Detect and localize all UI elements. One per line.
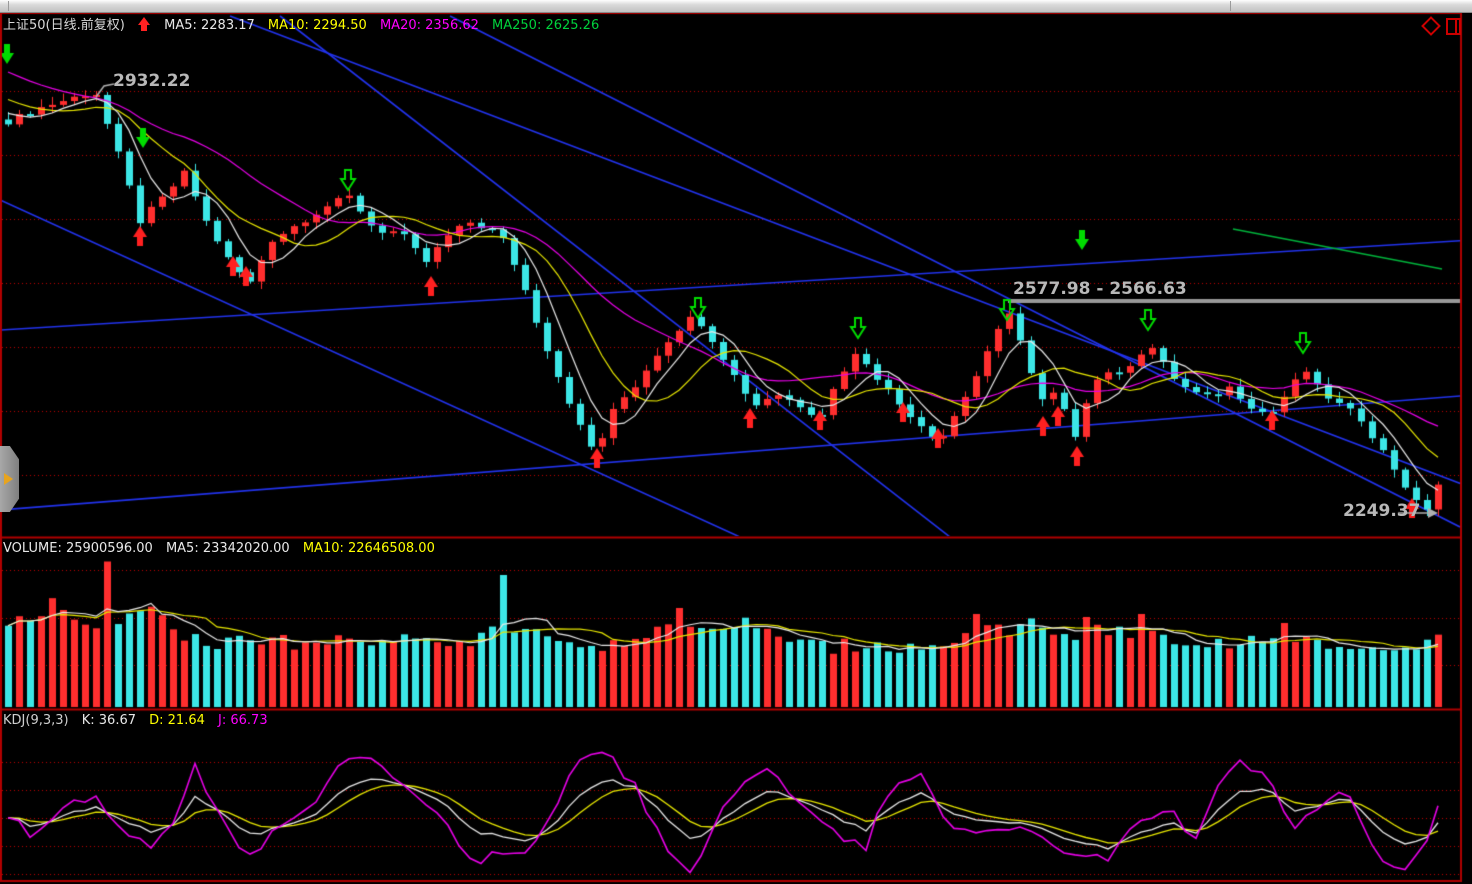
volume-pane-header: VOLUME: 25900596.00 MA5: 23342020.00 MA1… <box>3 541 444 556</box>
top-strip-divider <box>8 1 9 11</box>
chart-window: 上证50(日线.前复权) MA5: 2283.17 MA10: 2294.50 … <box>0 0 1472 884</box>
kdj-j-value: J: 66.73 <box>218 713 268 728</box>
kdj-k-value: K: 36.67 <box>82 713 136 728</box>
volume-value: VOLUME: 25900596.00 <box>3 541 153 556</box>
ma10-value: MA10: 2294.50 <box>268 18 367 33</box>
symbol-title: 上证50(日线.前复权) <box>3 18 125 33</box>
top-strip-divider <box>1230 1 1231 11</box>
kdj-label: KDJ(9,3,3) <box>3 713 69 728</box>
ma20-value: MA20: 2356.62 <box>380 18 479 33</box>
volume-ma5-value: MA5: 23342020.00 <box>166 541 290 556</box>
window-top-strip <box>0 0 1472 13</box>
pane-corner-controls <box>1422 16 1462 36</box>
chart-canvas[interactable] <box>0 0 1472 884</box>
restore-icon-inner <box>1455 20 1457 33</box>
restore-icon[interactable] <box>1446 18 1461 35</box>
ma5-value: MA5: 2283.17 <box>164 18 255 33</box>
diamond-icon[interactable] <box>1421 16 1441 36</box>
kdj-pane-header: KDJ(9,3,3) K: 36.67 D: 21.64 J: 66.73 <box>3 713 277 728</box>
main-pane-header: 上证50(日线.前复权) MA5: 2283.17 MA10: 2294.50 … <box>3 14 608 33</box>
volume-ma10-value: MA10: 22646508.00 <box>303 541 435 556</box>
panel-expand-handle[interactable] <box>0 446 19 512</box>
peak-price-annotation: 2932.22 <box>113 71 190 91</box>
ma250-value: MA250: 2625.26 <box>492 18 599 33</box>
up-arrow-icon <box>138 17 151 31</box>
resistance-range-annotation: 2577.98 - 2566.63 <box>1013 279 1187 299</box>
kdj-d-value: D: 21.64 <box>149 713 205 728</box>
low-price-annotation: 2249.37 <box>1343 501 1420 521</box>
expand-arrow-icon <box>4 473 13 485</box>
